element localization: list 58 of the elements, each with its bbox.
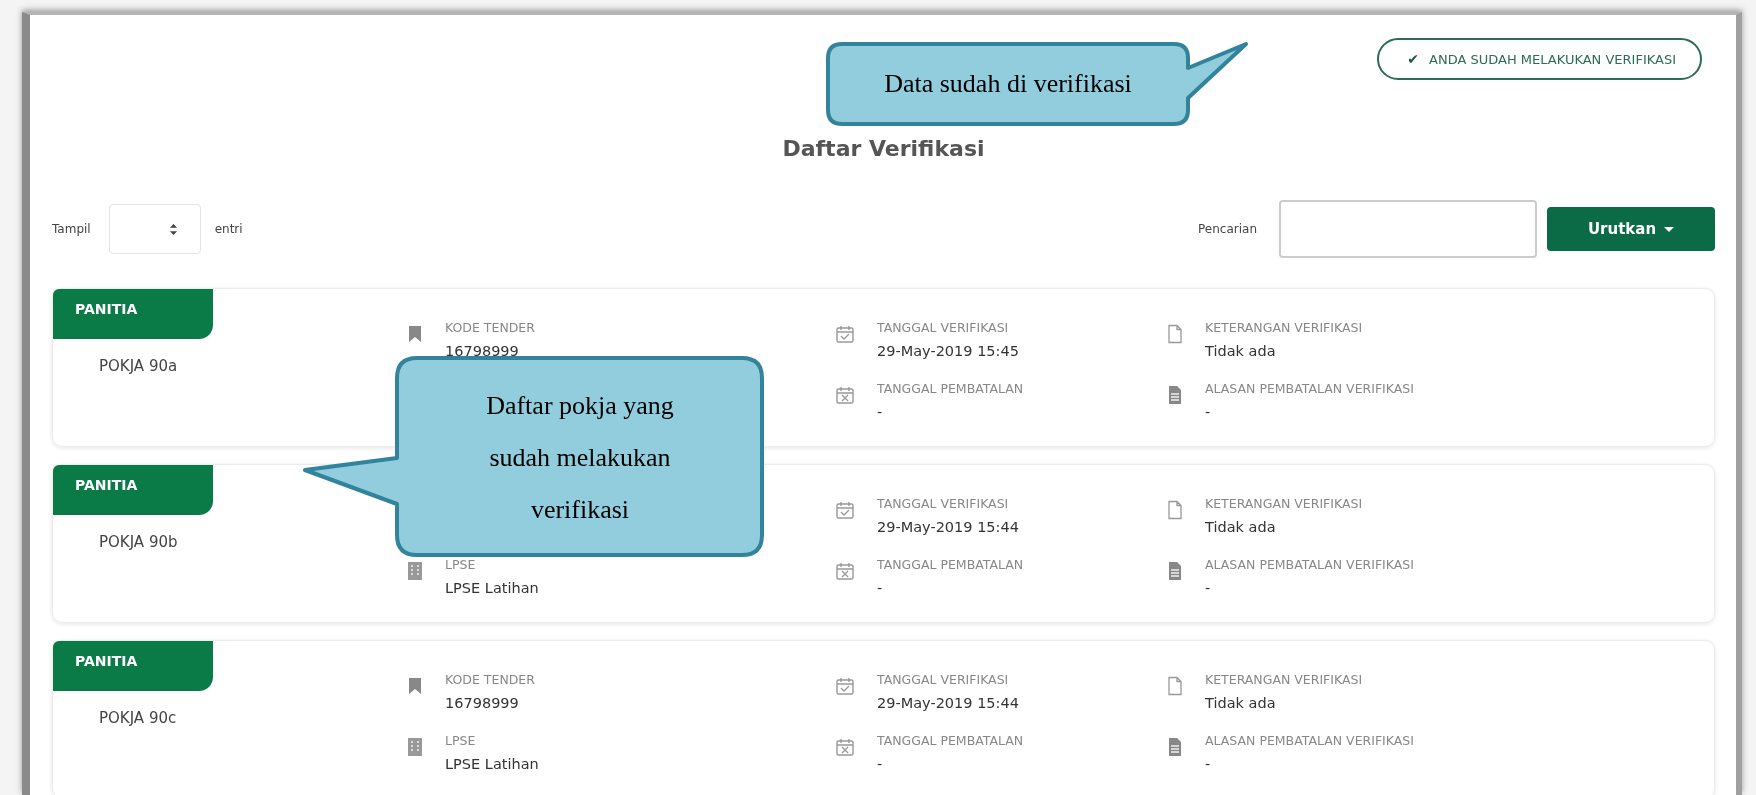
field-value: 29-May-2019 15:45 [877, 342, 1019, 360]
calendar-check-icon [835, 676, 855, 696]
calendar-x-icon [835, 561, 855, 581]
field-label: TANGGAL VERIFIKASI [877, 496, 1010, 512]
field-value: LPSE Latihan [445, 755, 539, 773]
calendar-x-icon [835, 737, 855, 757]
search-label: Pencarian [1198, 222, 1257, 236]
field-label: ALASAN PEMBATALAN VERIFIKASI [1205, 381, 1414, 397]
field-label: LPSE [445, 733, 477, 749]
field-value: 16798999 [445, 694, 520, 712]
field-label: KODE TENDER [445, 672, 535, 688]
field-label: LPSE [445, 557, 477, 573]
document-icon [1165, 324, 1185, 344]
field-value: 16798999 [445, 342, 520, 360]
calendar-check-icon [835, 324, 855, 344]
field-label: KETERANGAN VERIFIKASI [1205, 496, 1363, 512]
field-label: KETERANGAN VERIFIKASI [1205, 672, 1363, 688]
verified-status-badge: ✔ ANDA SUDAH MELAKUKAN VERIFIKASI [1377, 38, 1702, 80]
field-value: - [877, 579, 884, 597]
field-value: 29-May-2019 15:44 [877, 694, 1019, 712]
callout-text: Daftar pokja yang sudah melakukan verifikasi [485, 389, 675, 526]
field-label: TANGGAL PEMBATALAN [877, 381, 1024, 397]
field-value: Tidak ada [1205, 518, 1277, 536]
field-label: KETERANGAN VERIFIKASI [1205, 320, 1363, 336]
field-value: Tidak ada [1205, 694, 1277, 712]
document-icon [1165, 500, 1185, 520]
page-title: Daftar Verifikasi [781, 135, 986, 163]
field-value: - [1205, 755, 1212, 773]
sort-dropdown-button[interactable]: Urutkan [1547, 207, 1715, 251]
field-label: TANGGAL PEMBATALAN [877, 557, 1024, 573]
caret-down-icon [1664, 226, 1675, 233]
callout-text: Data sudah di verifikasi [883, 68, 1133, 100]
up-down-arrows-icon [168, 222, 178, 236]
field-value: LPSE Latihan [445, 579, 539, 597]
building-icon [405, 737, 425, 757]
show-label: Tampil [52, 222, 91, 236]
field-value: - [877, 403, 884, 421]
building-icon [405, 561, 425, 581]
field-label: KODE TENDER [445, 320, 535, 336]
field-value: - [877, 755, 884, 773]
field-label: TANGGAL VERIFIKASI [877, 320, 1010, 336]
calendar-check-icon [835, 500, 855, 520]
document-icon [1165, 676, 1185, 696]
pokja-name: POKJA 90a [99, 357, 179, 375]
pokja-name: POKJA 90c [99, 709, 178, 727]
field-value: 29-May-2019 15:44 [877, 518, 1019, 536]
entries-label: entri [214, 222, 243, 236]
field-label: ALASAN PEMBATALAN VERIFIKASI [1205, 557, 1414, 573]
field-label: TANGGAL PEMBATALAN [877, 733, 1024, 749]
field-label: TANGGAL VERIFIKASI [877, 672, 1010, 688]
field-label: ALASAN PEMBATALAN VERIFIKASI [1205, 733, 1414, 749]
entries-select[interactable] [108, 204, 201, 254]
calendar-x-icon [835, 385, 855, 405]
field-value: - [1205, 403, 1212, 421]
pokja-name: POKJA 90b [99, 533, 179, 551]
field-value: - [1205, 579, 1212, 597]
search-field[interactable] [1279, 200, 1537, 258]
field-value: Tidak ada [1205, 342, 1277, 360]
